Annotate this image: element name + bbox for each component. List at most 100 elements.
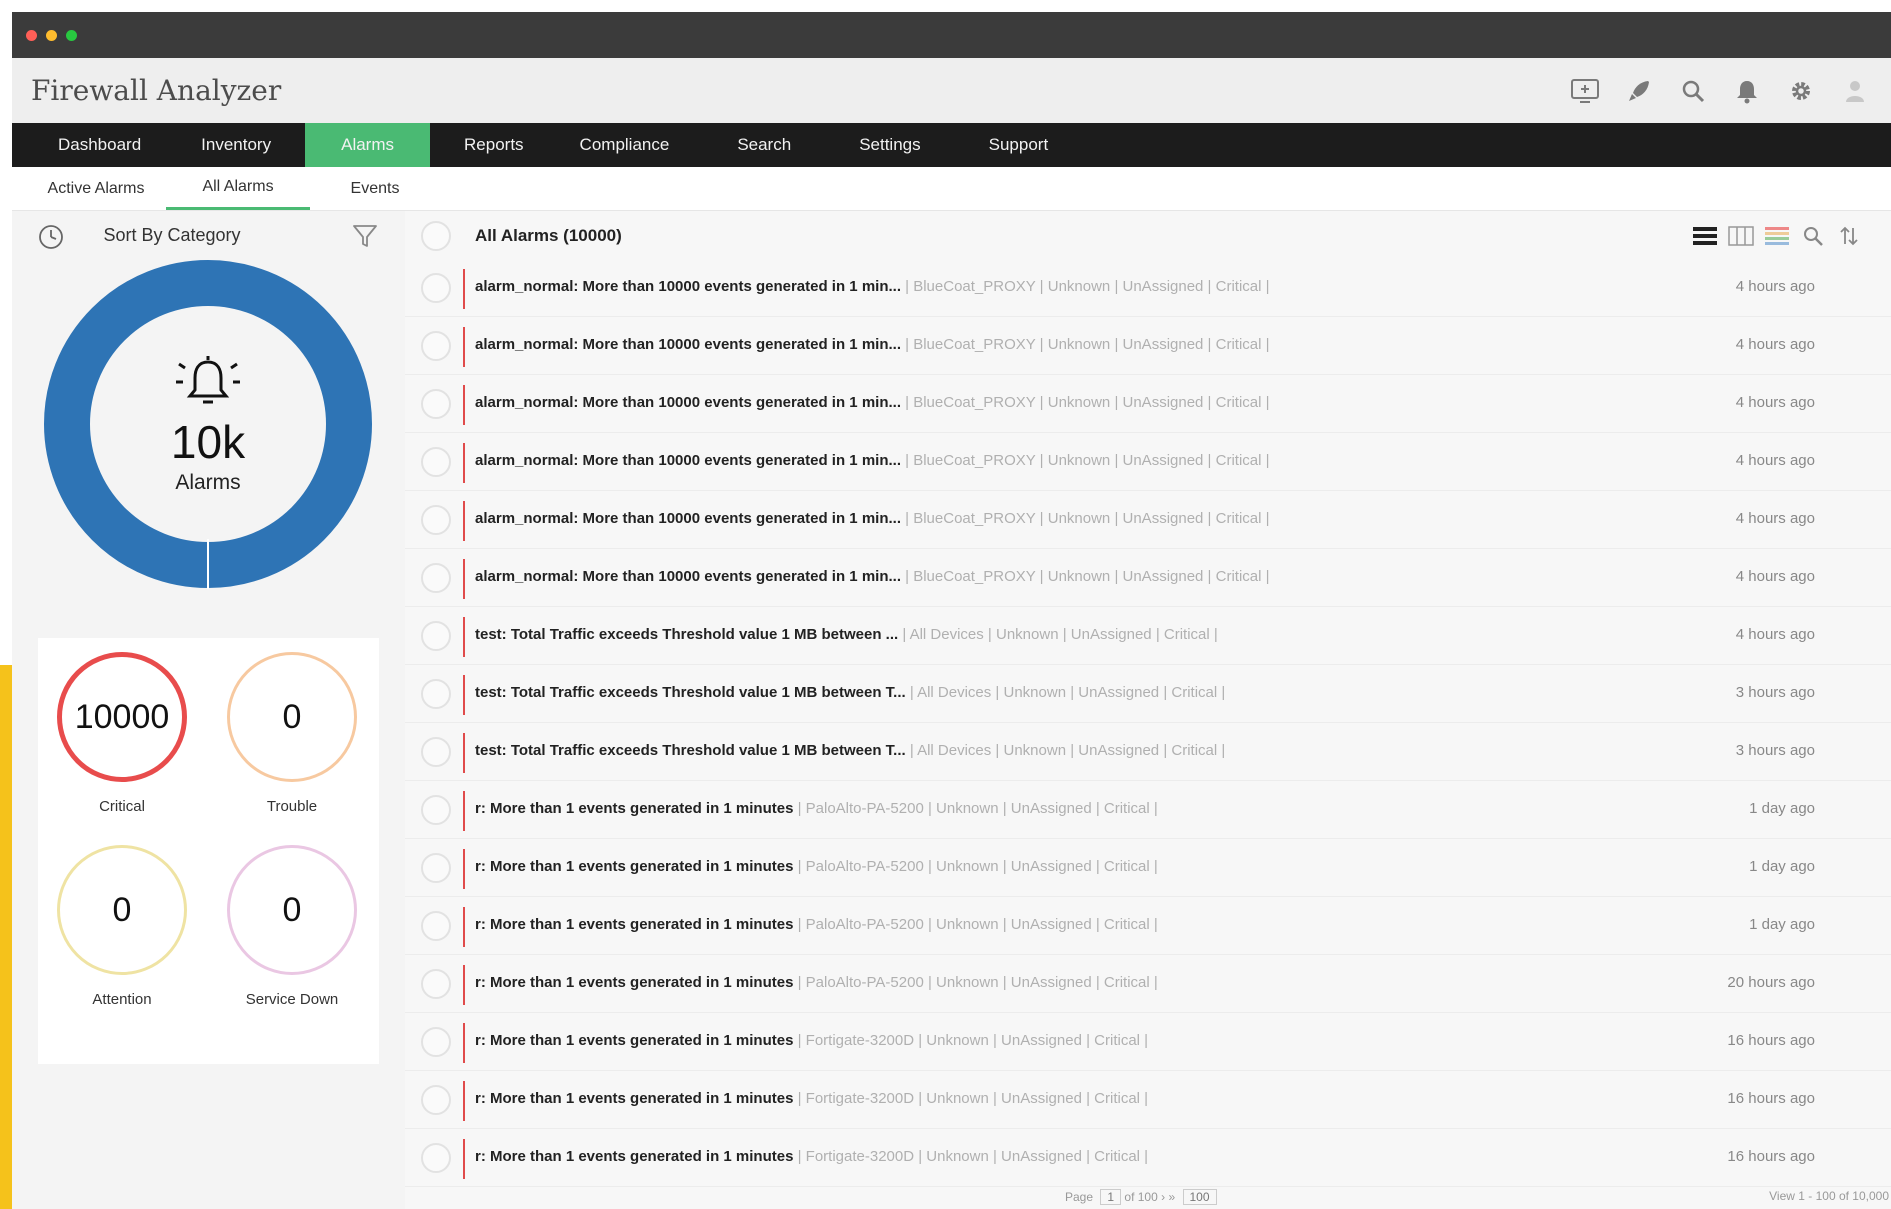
row-checkbox[interactable]	[421, 911, 451, 941]
last-page-button[interactable]: »	[1168, 1190, 1175, 1204]
alarm-message[interactable]: alarm_normal: More than 10000 events gen…	[475, 568, 901, 585]
alarm-message[interactable]: r: More than 1 events generated in 1 min…	[475, 974, 793, 991]
alarm-row[interactable]: test: Total Traffic exceeds Threshold va…	[405, 607, 1891, 665]
alarm-message[interactable]: alarm_normal: More than 10000 events gen…	[475, 278, 901, 295]
tab-all-alarms[interactable]: All Alarms	[166, 167, 310, 210]
alarm-message[interactable]: test: Total Traffic exceeds Threshold va…	[475, 626, 898, 643]
window-close-button[interactable]	[26, 29, 37, 41]
alarm-message[interactable]: r: More than 1 events generated in 1 min…	[475, 858, 793, 875]
row-checkbox[interactable]	[421, 1027, 451, 1057]
trouble-count-ring: 0	[227, 652, 357, 782]
alarm-time: 3 hours ago	[1735, 742, 1815, 759]
alarm-message[interactable]: alarm_normal: More than 10000 events gen…	[475, 394, 901, 411]
severity-indicator	[463, 733, 465, 773]
nav-support[interactable]: Support	[955, 123, 1083, 167]
alarm-row[interactable]: r: More than 1 events generated in 1 min…	[405, 781, 1891, 839]
alarm-row[interactable]: alarm_normal: More than 10000 events gen…	[405, 259, 1891, 317]
select-all-checkbox[interactable]	[421, 221, 451, 251]
row-checkbox[interactable]	[421, 679, 451, 709]
row-checkbox[interactable]	[421, 1085, 451, 1115]
color-list-view-icon[interactable]	[1763, 223, 1791, 249]
alarm-row[interactable]: test: Total Traffic exceeds Threshold va…	[405, 665, 1891, 723]
alarm-message[interactable]: test: Total Traffic exceeds Threshold va…	[475, 742, 906, 759]
rocket-icon[interactable]	[1623, 75, 1655, 107]
sub-nav: Active Alarms All Alarms Events	[12, 167, 1891, 211]
row-checkbox[interactable]	[421, 795, 451, 825]
alarm-row[interactable]: alarm_normal: More than 10000 events gen…	[405, 549, 1891, 607]
severity-indicator	[463, 617, 465, 657]
clock-icon[interactable]	[38, 224, 64, 250]
row-checkbox[interactable]	[421, 969, 451, 999]
column-view-icon[interactable]	[1727, 223, 1755, 249]
alarm-meta: | All Devices | Unknown | UnAssigned | C…	[902, 626, 1218, 643]
page-number-input[interactable]: 1	[1100, 1189, 1122, 1205]
alarm-row[interactable]: test: Total Traffic exceeds Threshold va…	[405, 723, 1891, 781]
alarm-message[interactable]: alarm_normal: More than 10000 events gen…	[475, 336, 901, 353]
alarm-meta: | Fortigate-3200D | Unknown | UnAssigned…	[797, 1090, 1149, 1107]
alarm-row[interactable]: r: More than 1 events generated in 1 min…	[405, 897, 1891, 955]
monitor-icon[interactable]	[1569, 75, 1601, 107]
alarm-row[interactable]: r: More than 1 events generated in 1 min…	[405, 955, 1891, 1013]
alarm-message[interactable]: alarm_normal: More than 10000 events gen…	[475, 510, 901, 527]
alarm-time: 20 hours ago	[1727, 974, 1815, 991]
alarms-donut-chart[interactable]: 10k Alarms	[43, 259, 373, 589]
row-checkbox[interactable]	[421, 737, 451, 767]
user-icon[interactable]	[1839, 75, 1871, 107]
severity-service-down[interactable]: 0 Service Down	[222, 845, 362, 1008]
nav-inventory[interactable]: Inventory	[175, 123, 305, 167]
tab-active-alarms[interactable]: Active Alarms	[26, 167, 166, 210]
per-page-select[interactable]: 100	[1182, 1189, 1217, 1205]
alarm-row[interactable]: r: More than 1 events generated in 1 min…	[405, 1013, 1891, 1071]
tab-events[interactable]: Events	[310, 167, 440, 210]
alarm-row[interactable]: alarm_normal: More than 10000 events gen…	[405, 491, 1891, 549]
filter-icon[interactable]	[352, 223, 378, 249]
sort-by-category-label[interactable]: Sort By Category	[102, 225, 242, 246]
alarm-message[interactable]: alarm_normal: More than 10000 events gen…	[475, 452, 901, 469]
alarm-message[interactable]: r: More than 1 events generated in 1 min…	[475, 1032, 793, 1049]
search-icon[interactable]	[1677, 75, 1709, 107]
gear-icon[interactable]	[1785, 75, 1817, 107]
bell-icon[interactable]	[1731, 75, 1763, 107]
severity-critical[interactable]: 10000 Critical	[52, 652, 192, 815]
nav-reports[interactable]: Reports	[430, 123, 558, 167]
nav-settings[interactable]: Settings	[825, 123, 954, 167]
row-checkbox[interactable]	[421, 505, 451, 535]
sort-icon[interactable]	[1835, 223, 1863, 249]
alarm-row[interactable]: r: More than 1 events generated in 1 min…	[405, 839, 1891, 897]
severity-attention[interactable]: 0 Attention	[52, 845, 192, 1008]
list-view-icon[interactable]	[1691, 223, 1719, 249]
list-search-icon[interactable]	[1799, 223, 1827, 249]
nav-compliance[interactable]: Compliance	[558, 123, 704, 167]
alarm-row[interactable]: alarm_normal: More than 10000 events gen…	[405, 375, 1891, 433]
alarm-message[interactable]: test: Total Traffic exceeds Threshold va…	[475, 684, 906, 701]
trouble-label: Trouble	[266, 798, 318, 815]
row-checkbox[interactable]	[421, 853, 451, 883]
severity-trouble[interactable]: 0 Trouble	[222, 652, 362, 815]
next-page-button[interactable]: ›	[1161, 1190, 1165, 1204]
row-checkbox[interactable]	[421, 447, 451, 477]
nav-alarms[interactable]: Alarms	[305, 123, 431, 167]
alarm-time: 4 hours ago	[1735, 568, 1815, 585]
row-checkbox[interactable]	[421, 1143, 451, 1173]
row-checkbox[interactable]	[421, 563, 451, 593]
alarm-message[interactable]: r: More than 1 events generated in 1 min…	[475, 916, 793, 933]
row-checkbox[interactable]	[421, 273, 451, 303]
window-maximize-button[interactable]	[66, 29, 77, 41]
donut-alarm-label: Alarms	[175, 470, 241, 494]
alarm-row[interactable]: alarm_normal: More than 10000 events gen…	[405, 433, 1891, 491]
row-checkbox[interactable]	[421, 621, 451, 651]
alarm-row[interactable]: r: More than 1 events generated in 1 min…	[405, 1129, 1891, 1187]
nav-dashboard[interactable]: Dashboard	[18, 123, 175, 167]
severity-indicator	[463, 385, 465, 425]
alarm-message[interactable]: r: More than 1 events generated in 1 min…	[475, 1148, 793, 1165]
alarm-row[interactable]: r: More than 1 events generated in 1 min…	[405, 1071, 1891, 1129]
window-minimize-button[interactable]	[46, 29, 57, 41]
nav-search[interactable]: Search	[703, 123, 825, 167]
alarm-message[interactable]: r: More than 1 events generated in 1 min…	[475, 1090, 793, 1107]
alarm-message[interactable]: r: More than 1 events generated in 1 min…	[475, 800, 793, 817]
alarm-row[interactable]: alarm_normal: More than 10000 events gen…	[405, 317, 1891, 375]
severity-indicator	[463, 907, 465, 947]
row-checkbox[interactable]	[421, 331, 451, 361]
row-checkbox[interactable]	[421, 389, 451, 419]
severity-indicator	[463, 791, 465, 831]
